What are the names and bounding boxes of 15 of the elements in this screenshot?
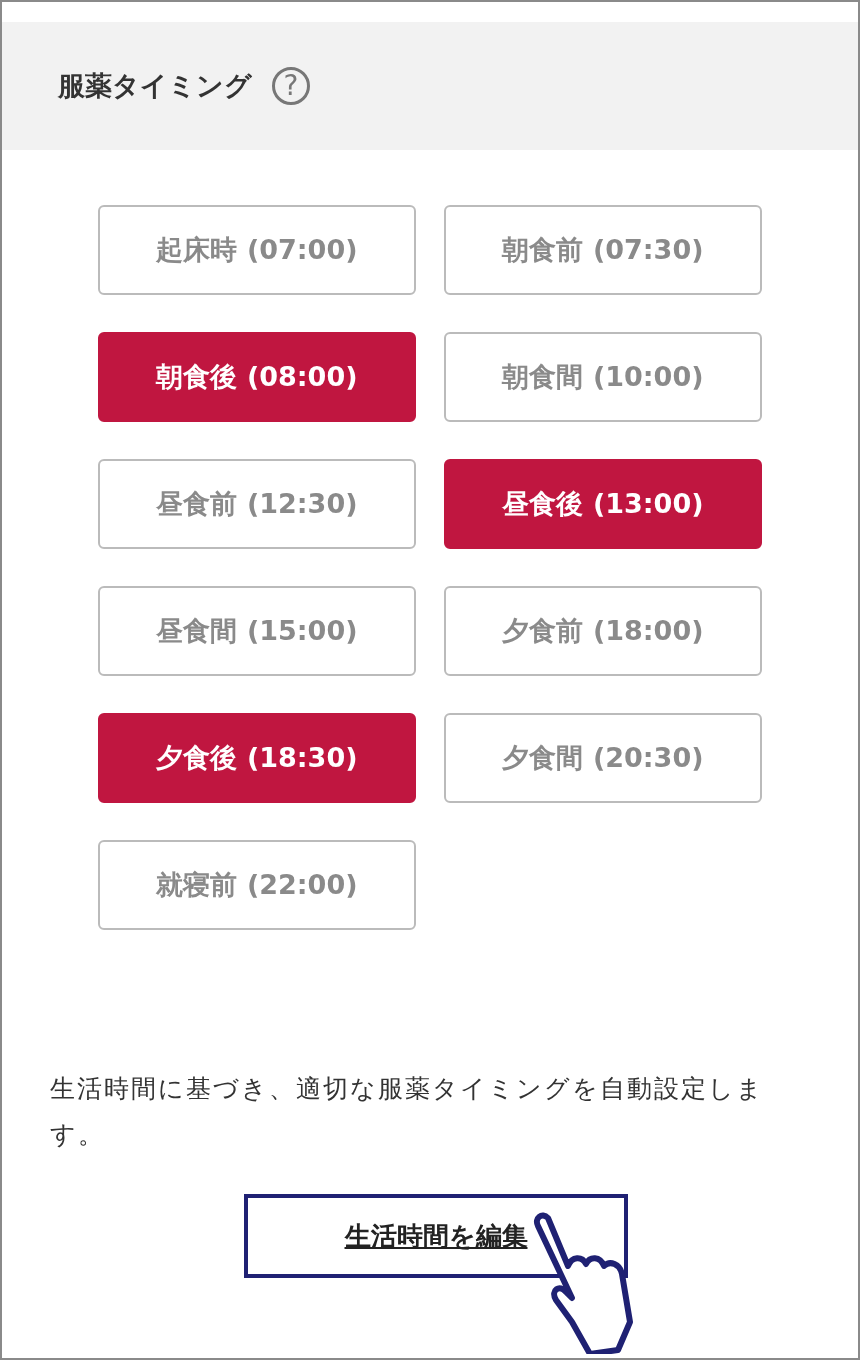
timing-button[interactable]: 起床時 (07:00)	[98, 205, 416, 295]
section-title: 服薬タイミング	[58, 69, 252, 103]
timing-button[interactable]: 就寝前 (22:00)	[98, 840, 416, 930]
timing-button[interactable]: 夕食間 (20:30)	[444, 713, 762, 803]
description-text: 生活時間に基づき、適切な服薬タイミングを自動設定します。	[50, 1073, 765, 1151]
timing-button[interactable]: 昼食後 (13:00)	[444, 459, 762, 549]
timing-button[interactable]: 朝食前 (07:30)	[444, 205, 762, 295]
timing-button[interactable]: 夕食後 (18:30)	[98, 713, 416, 803]
edit-button[interactable]: 生活時間を編集	[244, 1194, 628, 1278]
timing-button[interactable]: 昼食間 (15:00)	[98, 586, 416, 676]
timing-button[interactable]: 朝食後 (08:00)	[98, 332, 416, 422]
timing-button[interactable]: 朝食間 (10:00)	[444, 332, 762, 422]
help-icon[interactable]: ?	[272, 67, 310, 105]
timing-button[interactable]: 夕食前 (18:00)	[444, 586, 762, 676]
timing-button[interactable]: 昼食前 (12:30)	[98, 459, 416, 549]
